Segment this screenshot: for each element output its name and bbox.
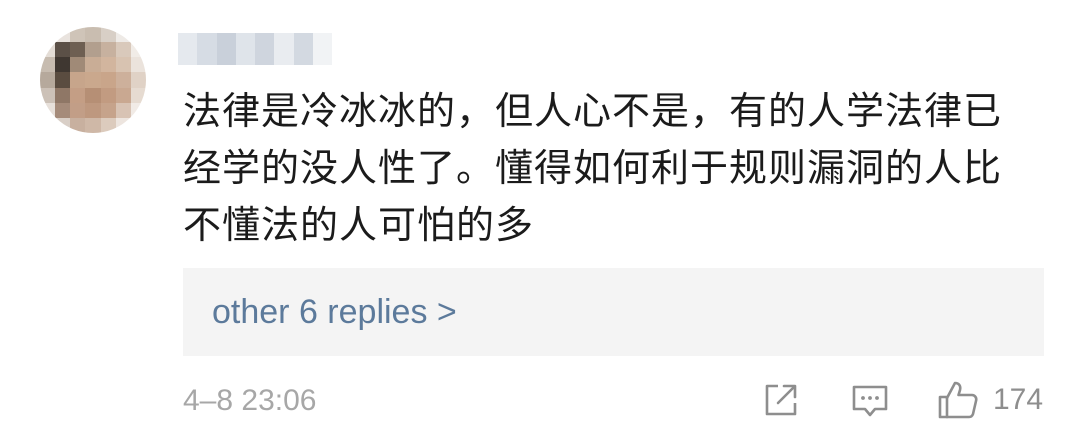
- share-button[interactable]: [761, 378, 803, 422]
- comment-text-line: 不懂法的人可怕的多: [183, 203, 535, 247]
- thumbs-up-icon: [938, 381, 978, 419]
- comment-text: 法律是冷冰冰的，但人心不是，有的人学法律已 经学的没人性了。懂得如何利于规则漏洞…: [183, 83, 1043, 254]
- avatar[interactable]: [40, 27, 146, 133]
- username-blurred[interactable]: [178, 33, 332, 65]
- like-button[interactable]: 174: [937, 378, 1047, 422]
- comment-item: 法律是冷冰冰的，但人心不是，有的人学法律已 经学的没人性了。懂得如何利于规则漏洞…: [0, 0, 1080, 433]
- replies-box[interactable]: other 6 replies >: [183, 268, 1044, 356]
- share-icon: [765, 384, 797, 416]
- timestamp: 4–8 23:06: [183, 384, 317, 417]
- comment-text-line: 法律是冷冰冰的，但人心不是，有的人学法律已: [183, 89, 1003, 133]
- comment-icon: [852, 385, 888, 417]
- view-more-replies-link[interactable]: other 6 replies >: [212, 292, 457, 332]
- reply-button[interactable]: [850, 378, 892, 422]
- comment-text-line: 经学的没人性了。懂得如何利于规则漏洞的人比: [183, 146, 1003, 190]
- like-count: 174: [993, 383, 1044, 416]
